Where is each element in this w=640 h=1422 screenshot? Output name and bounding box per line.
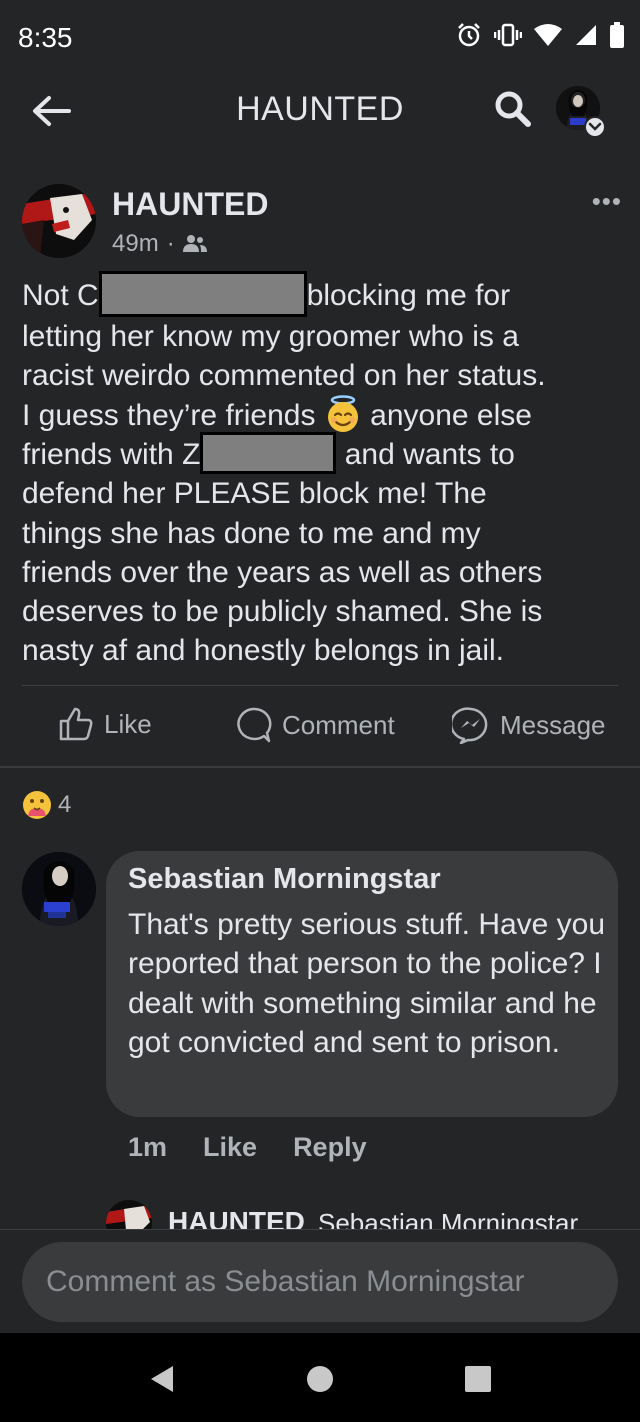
app-header: HAUNTED <box>0 78 640 142</box>
comment-like-button[interactable]: Like <box>203 1132 257 1163</box>
account-switch-badge <box>584 116 606 138</box>
chevron-down-icon <box>588 122 602 131</box>
post-line: friends over the years as well as others <box>22 555 543 589</box>
post-line: friends with Z and wants to <box>22 432 622 475</box>
comment-time[interactable]: 1m <box>128 1132 167 1163</box>
messenger-icon <box>452 707 488 744</box>
thumbs-up-icon <box>59 707 93 741</box>
like-button[interactable]: Like <box>58 706 152 742</box>
post-line: Not Cblocking me for <box>22 271 622 318</box>
post-text: Not Cblocking me for letting her know my… <box>22 271 622 671</box>
reply-peek[interactable]: HAUNTED Sebastian Morningstar <box>106 1200 626 1230</box>
comment-author-avatar[interactable] <box>22 852 96 926</box>
post-actions: Like Comment Message <box>0 700 640 756</box>
comment-button[interactable]: Comment <box>234 706 395 744</box>
divider <box>22 685 618 686</box>
post-line: I guess they’re friends anyone else <box>22 395 622 435</box>
post-time[interactable]: 49m <box>112 230 159 258</box>
nav-home-button[interactable] <box>302 1361 338 1397</box>
comment-bubble[interactable]: Sebastian Morningstar That's pretty seri… <box>106 851 618 1117</box>
wifi-icon <box>534 24 562 46</box>
recents-square-icon <box>465 1366 491 1392</box>
search-button[interactable] <box>490 86 536 132</box>
post-line: letting her know my groomer who is a <box>22 320 519 354</box>
comment-reply-button[interactable]: Reply <box>293 1132 367 1163</box>
post-author-avatar[interactable] <box>22 184 96 258</box>
post-meta: 49m · <box>112 230 207 258</box>
back-triangle-icon <box>151 1366 173 1392</box>
comment-author-name[interactable]: Sebastian Morningstar <box>128 863 441 896</box>
more-options-button[interactable]: ••• <box>592 186 622 217</box>
section-divider <box>0 766 640 768</box>
comment-meta: 1m Like Reply <box>128 1132 367 1163</box>
home-circle-icon <box>307 1366 333 1392</box>
message-label: Message <box>500 709 606 740</box>
system-nav-bar <box>0 1333 640 1422</box>
status-time: 8:35 <box>18 22 73 53</box>
nav-recents-button[interactable] <box>460 1361 496 1397</box>
comment-label: Comment <box>282 709 395 740</box>
care-reaction-icon <box>23 791 51 819</box>
reaction-count: 4 <box>58 791 72 818</box>
page-title: HAUNTED <box>236 90 404 128</box>
status-bar: 8:35 <box>0 0 640 78</box>
reply-author-name: HAUNTED <box>168 1206 305 1230</box>
post-line: racist weirdo commented on her status. <box>22 359 546 393</box>
search-icon <box>495 91 531 127</box>
vibrate-icon <box>494 23 522 47</box>
signal-icon <box>576 25 596 45</box>
alarm-icon <box>458 23 480 47</box>
nav-back-button[interactable] <box>144 1361 180 1397</box>
reactions-summary[interactable]: 4 <box>22 790 71 820</box>
post-line: nasty af and honestly belongs in jail. <box>22 634 504 668</box>
profile-switcher[interactable] <box>556 86 606 138</box>
redaction-box <box>98 271 307 318</box>
redaction-box <box>200 432 337 475</box>
comment-icon <box>237 707 272 743</box>
battery-icon <box>610 22 624 48</box>
post-line: deserves to be publicly shamed. She is <box>22 595 543 629</box>
smiling-face-with-halo-icon <box>327 395 358 432</box>
like-label: Like <box>104 708 152 739</box>
comment-input[interactable] <box>46 1242 606 1322</box>
profile-picture-icon <box>106 1200 152 1230</box>
message-button[interactable]: Message <box>452 706 606 744</box>
meta-separator: · <box>166 230 175 257</box>
status-icons <box>456 22 624 48</box>
comment-composer[interactable] <box>22 1242 618 1322</box>
post-line: things she has done to me and my <box>22 516 481 550</box>
reply-author-avatar <box>106 1200 152 1230</box>
comment-composer-bar <box>0 1229 640 1333</box>
comment-text: That's pretty serious stuff. Have you re… <box>128 908 606 1059</box>
profile-picture-icon <box>22 852 96 926</box>
friends-audience-icon <box>182 235 207 252</box>
reply-target-name: Sebastian Morningstar <box>318 1208 579 1230</box>
profile-picture-icon <box>22 184 96 258</box>
post-author-name[interactable]: HAUNTED <box>112 186 268 223</box>
post-line: defend her PLEASE block me! The <box>22 477 487 511</box>
